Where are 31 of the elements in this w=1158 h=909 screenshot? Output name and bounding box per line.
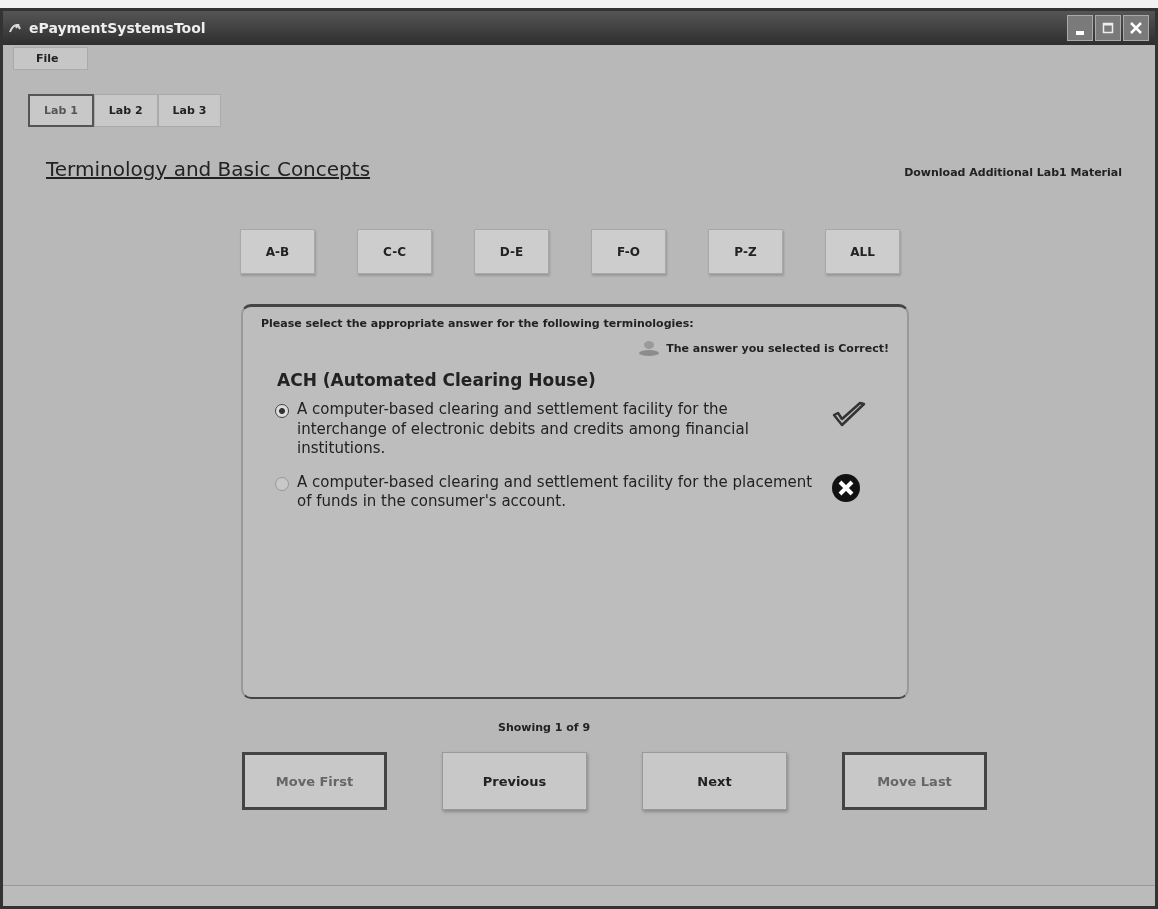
filter-button[interactable]: F-O [591, 229, 666, 274]
close-button[interactable] [1123, 15, 1149, 41]
menu-item[interactable]: File [13, 47, 88, 70]
filter-button[interactable]: P-Z [708, 229, 783, 274]
tab[interactable]: Lab 3 [157, 94, 222, 127]
radio-button[interactable] [275, 476, 289, 491]
nav-button[interactable]: Previous [442, 752, 587, 810]
status-text: Showing 1 of 9 [496, 721, 592, 734]
filter-button[interactable]: ALL [825, 229, 900, 274]
tab[interactable]: Lab 1 [28, 94, 94, 127]
feedback-text: The answer you selected is Correct! [666, 341, 889, 355]
person-icon [638, 340, 661, 356]
nav-button[interactable]: Next [642, 752, 787, 810]
filter-button[interactable]: D-E [474, 229, 549, 274]
filter-button[interactable]: A-B [240, 229, 315, 274]
maximize-button[interactable] [1095, 15, 1121, 41]
page-heading: Terminology and Basic Concepts [46, 157, 371, 181]
minimize-button[interactable] [1067, 15, 1093, 41]
tab[interactable]: Lab 2 [93, 94, 158, 127]
download-link[interactable]: Download Additional Lab1 Material [904, 166, 1122, 179]
answer-text: A computer-based clearing and settlement facility for the interchange of electronic debits and credits among financial institutions. [297, 400, 750, 459]
minimize-icon [1076, 31, 1084, 35]
answer-text: A computer-based clearing and settlement facility for the placement of funds in the consumer's account. [297, 472, 814, 512]
radio-button[interactable] [275, 404, 289, 418]
window-title: ePaymentSystemsTool [29, 20, 206, 36]
filter-button[interactable]: C-C [357, 229, 432, 274]
term-title: ACH (Automated Clearing House) [277, 370, 597, 390]
close-icon [1129, 21, 1143, 35]
instruction-text: Please select the appropriate answer for the following terminologies: [261, 317, 695, 330]
maximize-icon [1102, 22, 1114, 34]
app-icon [9, 22, 23, 34]
